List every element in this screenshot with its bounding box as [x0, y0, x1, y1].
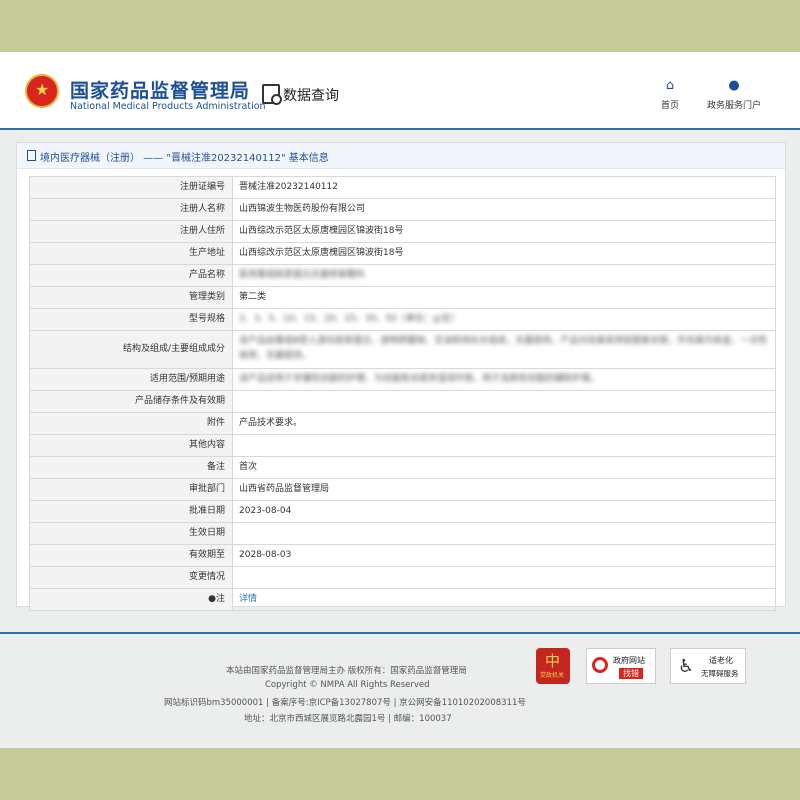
row-value: 医用重组胶原蛋白无菌修复敷料 — [239, 270, 366, 280]
details-link[interactable]: 详情 — [233, 589, 775, 610]
table-row: 生产地址 山西综改示范区太原唐槐园区锦波街18号 — [30, 243, 775, 265]
table-row: 产品名称 医用重组胶原蛋白无菌修复敷料 — [30, 265, 775, 287]
error-badge-action: 找错 — [619, 668, 643, 679]
row-value: 第二类 — [239, 292, 267, 302]
row-label: 备注 — [30, 457, 233, 478]
table-row: 有效期至 2028-08-03 — [30, 545, 775, 567]
row-label: ●注 — [30, 589, 233, 610]
panel-title: 境内医疗器械（注册） —— "晋械注准20232140112" 基本信息 — [40, 153, 329, 164]
page: 国家药品监督管理局 National Medical Products Admi… — [0, 52, 800, 748]
row-value: 产品技术要求。 — [239, 418, 303, 428]
row-value: 山西锦波生物医药股份有限公司 — [239, 204, 366, 214]
page-section-title: 数据查询 — [283, 88, 339, 104]
row-label: 附件 — [30, 413, 233, 434]
row-value — [233, 391, 775, 412]
table-row: 结构及组成/主要组成成分 该产品由重组Ⅲ型人源化胶原蛋白、透明质酸钠、甘油和纯化水… — [30, 331, 775, 369]
report-error-badge[interactable]: 政府网站 找错 — [586, 648, 656, 684]
table-row: 型号规格 2、3、5、10、15、20、25、30、50（单位：g/支） — [30, 309, 775, 331]
footer-address: 地址：北京市西城区展览路北露园1号 | 邮编：100037 — [244, 714, 452, 724]
site-footer: 本站由国家药品监督管理局主办 版权所有：国家药品监督管理局 Copyright … — [0, 632, 800, 748]
row-label: 变更情况 — [30, 567, 233, 588]
row-value — [233, 435, 775, 456]
row-label: 其他内容 — [30, 435, 233, 456]
wheelchair-icon: ♿ — [678, 656, 695, 677]
row-value: 首次 — [239, 462, 258, 472]
magnifier-icon — [592, 657, 608, 673]
nav-home-label: 首页 — [660, 101, 679, 111]
detail-panel: 境内医疗器械（注册） —— "晋械注准20232140112" 基本信息 注册证… — [16, 142, 786, 611]
user-icon: ● — [728, 78, 740, 93]
row-value: 山西省药品监督管理局 — [239, 484, 330, 494]
table-row: 产品储存条件及有效期 — [30, 391, 775, 413]
row-label: 注册人名称 — [30, 199, 233, 220]
footer-copyright: Copyright © NMPA All Rights Reserved — [265, 680, 430, 690]
table-row: 生效日期 — [30, 523, 775, 545]
table-row: 备注 首次 — [30, 457, 775, 479]
accessibility-badge[interactable]: ♿ 适老化 无障碍服务 — [670, 648, 746, 684]
panel-title-bar: 境内医疗器械（注册） —— "晋械注准20232140112" 基本信息 — [17, 143, 785, 169]
row-value — [233, 523, 775, 544]
row-label: 产品储存条件及有效期 — [30, 391, 233, 412]
row-label: 注册人住所 — [30, 221, 233, 242]
row-label: 结构及组成/主要组成成分 — [30, 331, 233, 368]
row-label: 审批部门 — [30, 479, 233, 500]
top-band — [0, 0, 800, 52]
table-row: 审批部门 山西省药品监督管理局 — [30, 479, 775, 501]
table-row: 其他内容 — [30, 435, 775, 457]
row-value: 2023-08-04 — [239, 506, 292, 516]
document-icon — [27, 150, 36, 161]
nav-service-portal[interactable]: ● 政务服务门户 — [703, 78, 765, 111]
table-row: 注册证编号 晋械注准20232140112 — [30, 177, 775, 199]
party-organ-badge[interactable]: 党政机关 — [536, 648, 570, 684]
data-query-icon — [262, 84, 282, 105]
site-header: 国家药品监督管理局 National Medical Products Admi… — [0, 52, 800, 130]
row-value: 2028-08-03 — [239, 550, 292, 560]
site-name-en[interactable]: National Medical Products Administration — [70, 101, 266, 112]
nav-portal-label: 政务服务门户 — [706, 101, 761, 111]
row-label: 生效日期 — [30, 523, 233, 544]
site-name-cn[interactable]: 国家药品监督管理局 — [70, 76, 250, 103]
footer-registration[interactable]: 网站标识码bm35000001 | 备案序号:京ICP备13027807号 | … — [164, 696, 526, 708]
footer-sponsor: 本站由国家药品监督管理局主办 版权所有：国家药品监督管理局 — [226, 666, 467, 676]
row-label: 批准日期 — [30, 501, 233, 522]
table-row: 注册人住所 山西综改示范区太原唐槐园区锦波街18号 — [30, 221, 775, 243]
party-badge-label: 党政机关 — [540, 672, 565, 679]
table-row: 附件 产品技术要求。 — [30, 413, 775, 435]
table-row: 注册人名称 山西锦波生物医药股份有限公司 — [30, 199, 775, 221]
table-row: 管理类别 第二类 — [30, 287, 775, 309]
bottom-band — [0, 748, 800, 800]
row-label: 生产地址 — [30, 243, 233, 264]
row-value: 该产品由重组Ⅲ型人源化胶原蛋白、透明质酸钠、甘油和纯化水组成，无菌提供。产品内包… — [239, 336, 768, 361]
national-emblem-icon[interactable] — [25, 74, 59, 108]
home-icon: ⌂ — [665, 78, 675, 93]
table-row: 变更情况 — [30, 567, 775, 589]
row-label: 注册证编号 — [30, 177, 233, 198]
row-value: 2、3、5、10、15、20、25、30、50（单位：g/支） — [239, 314, 460, 324]
access-badge-sub: 无障碍服务 — [701, 669, 739, 678]
row-label: 产品名称 — [30, 265, 233, 286]
row-value: 山西综改示范区太原唐槐园区锦波街18号 — [239, 248, 404, 258]
row-label: 型号规格 — [30, 309, 233, 330]
info-table: 注册证编号 晋械注准20232140112 注册人名称 山西锦波生物医药股份有限公司注… — [29, 176, 776, 611]
row-value — [233, 567, 775, 588]
error-badge-title: 政府网站 — [613, 656, 645, 665]
row-value: 该产品适用于非慢性创面的护理，为创面愈合提供湿润环境，用于浅表性创面的辅助护理。 — [239, 374, 600, 384]
row-value: 山西综改示范区太原唐槐园区锦波街18号 — [239, 226, 404, 236]
row-value: 晋械注准20232140112 — [239, 182, 338, 192]
nav-home[interactable]: ⌂ 首页 — [656, 78, 684, 111]
table-row: 适用范围/预期用途 该产品适用于非慢性创面的护理，为创面愈合提供湿润环境，用于浅表… — [30, 369, 775, 391]
table-row: ●注 详情 — [30, 589, 775, 611]
table-row: 批准日期 2023-08-04 — [30, 501, 775, 523]
row-label: 管理类别 — [30, 287, 233, 308]
row-label: 有效期至 — [30, 545, 233, 566]
row-label: 适用范围/预期用途 — [30, 369, 233, 390]
access-badge-title: 适老化 — [709, 656, 733, 665]
